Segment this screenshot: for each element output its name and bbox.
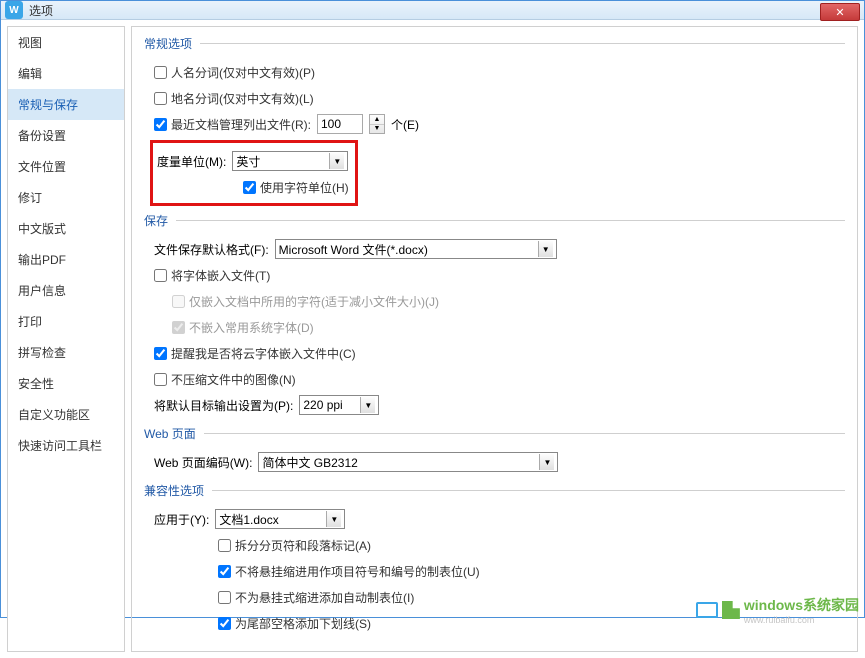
chevron-down-icon: ▼ [539, 454, 554, 470]
compat-legend: 兼容性选项 [144, 482, 212, 499]
sidebar-item-general-save[interactable]: 常规与保存 [8, 89, 124, 120]
chevron-down-icon: ▼ [326, 511, 341, 527]
sidebar-item-view[interactable]: 视图 [8, 27, 124, 58]
highlight-box: 度量单位(M): 英寸 ▼ 使用字符单位(H) [150, 140, 358, 206]
embed-no-sys-checkbox: 不嵌入常用系统字体(D) [172, 319, 314, 336]
person-name-seg-checkbox[interactable]: 人名分词(仅对中文有效)(P) [154, 64, 315, 81]
embed-only-used-checkbox: 仅嵌入文档中所用的字符(适于减小文件大小)(J) [172, 293, 439, 310]
sidebar: 视图 编辑 常规与保存 备份设置 文件位置 修订 中文版式 输出PDF 用户信息… [7, 26, 125, 652]
general-section: 常规选项 人名分词(仅对中文有效)(P) 地名分词(仅对中文有效)(L) 最近文… [144, 35, 845, 208]
no-hanging-indent-tab-checkbox[interactable]: 不将悬挂缩进用作项目符号和编号的制表位(U) [218, 563, 480, 580]
no-auto-tab-hanging-checkbox[interactable]: 不为悬挂式缩进添加自动制表位(I) [218, 589, 414, 606]
default-format-dropdown[interactable]: Microsoft Word 文件(*.docx) ▼ [275, 239, 557, 259]
close-button[interactable]: ✕ [820, 3, 860, 21]
sidebar-item-output-pdf[interactable]: 输出PDF [8, 244, 124, 275]
recent-files-checkbox[interactable]: 最近文档管理列出文件(R): [154, 116, 311, 133]
spinner-down-icon[interactable]: ▼ [370, 125, 384, 134]
chevron-down-icon: ▼ [538, 241, 553, 257]
main-panel: 常规选项 人名分词(仅对中文有效)(P) 地名分词(仅对中文有效)(L) 最近文… [131, 26, 858, 652]
unit-label: 度量单位(M): [157, 153, 226, 170]
chevron-down-icon: ▼ [360, 397, 375, 413]
no-compress-images-checkbox[interactable]: 不压缩文件中的图像(N) [154, 371, 296, 388]
place-name-seg-checkbox[interactable]: 地名分词(仅对中文有效)(L) [154, 90, 314, 107]
sidebar-item-edit[interactable]: 编辑 [8, 58, 124, 89]
monitor-icon [696, 602, 718, 618]
default-target-dropdown[interactable]: 220 ppi ▼ [299, 395, 379, 415]
remind-cloud-fonts-checkbox[interactable]: 提醒我是否将云字体嵌入文件中(C) [154, 345, 356, 362]
web-legend: Web 页面 [144, 425, 204, 442]
encoding-dropdown[interactable]: 简体中文 GB2312 ▼ [258, 452, 558, 472]
sidebar-item-security[interactable]: 安全性 [8, 368, 124, 399]
recent-files-spinner[interactable]: ▲ ▼ [369, 114, 385, 134]
encoding-label: Web 页面编码(W): [154, 454, 252, 471]
sidebar-item-backup[interactable]: 备份设置 [8, 120, 124, 151]
underline-trailing-space-checkbox[interactable]: 为尾部空格添加下划线(S) [218, 615, 371, 632]
app-icon: W [5, 1, 23, 19]
unit-dropdown[interactable]: 英寸 ▼ [232, 151, 348, 171]
default-target-label: 将默认目标输出设置为(P): [154, 397, 293, 414]
watermark-sub: www.ruibaifu.com [744, 615, 859, 625]
window-title: 选项 [29, 2, 53, 19]
sidebar-item-print[interactable]: 打印 [8, 306, 124, 337]
recent-files-input[interactable] [317, 114, 363, 134]
titlebar: W 选项 ✕ [1, 1, 864, 20]
split-page-break-checkbox[interactable]: 拆分分页符和段落标记(A) [218, 537, 371, 554]
watermark-main: windows系统家园 [744, 595, 859, 615]
recent-files-unit: 个(E) [391, 116, 419, 133]
apply-to-dropdown[interactable]: 文档1.docx ▼ [215, 509, 345, 529]
sidebar-item-file-location[interactable]: 文件位置 [8, 151, 124, 182]
sidebar-item-quick-access[interactable]: 快速访问工具栏 [8, 430, 124, 461]
save-section: 保存 文件保存默认格式(F): Microsoft Word 文件(*.docx… [144, 212, 845, 421]
chevron-down-icon: ▼ [329, 153, 344, 169]
watermark: windows系统家园 www.ruibaifu.com [696, 595, 859, 625]
sidebar-item-chinese-layout[interactable]: 中文版式 [8, 213, 124, 244]
web-section: Web 页面 Web 页面编码(W): 简体中文 GB2312 ▼ [144, 425, 845, 478]
default-format-label: 文件保存默认格式(F): [154, 241, 269, 258]
options-dialog: W 选项 ✕ 视图 编辑 常规与保存 备份设置 文件位置 修订 中文版式 输出P… [0, 0, 865, 618]
save-legend: 保存 [144, 212, 176, 229]
sidebar-item-user-info[interactable]: 用户信息 [8, 275, 124, 306]
apply-to-label: 应用于(Y): [154, 511, 209, 528]
spinner-up-icon[interactable]: ▲ [370, 115, 384, 125]
embed-fonts-checkbox[interactable]: 将字体嵌入文件(T) [154, 267, 270, 284]
house-icon [722, 601, 740, 619]
sidebar-item-spellcheck[interactable]: 拼写检查 [8, 337, 124, 368]
sidebar-item-revision[interactable]: 修订 [8, 182, 124, 213]
general-legend: 常规选项 [144, 35, 200, 52]
use-char-unit-checkbox[interactable]: 使用字符单位(H) [243, 179, 349, 196]
sidebar-item-customize-ribbon[interactable]: 自定义功能区 [8, 399, 124, 430]
